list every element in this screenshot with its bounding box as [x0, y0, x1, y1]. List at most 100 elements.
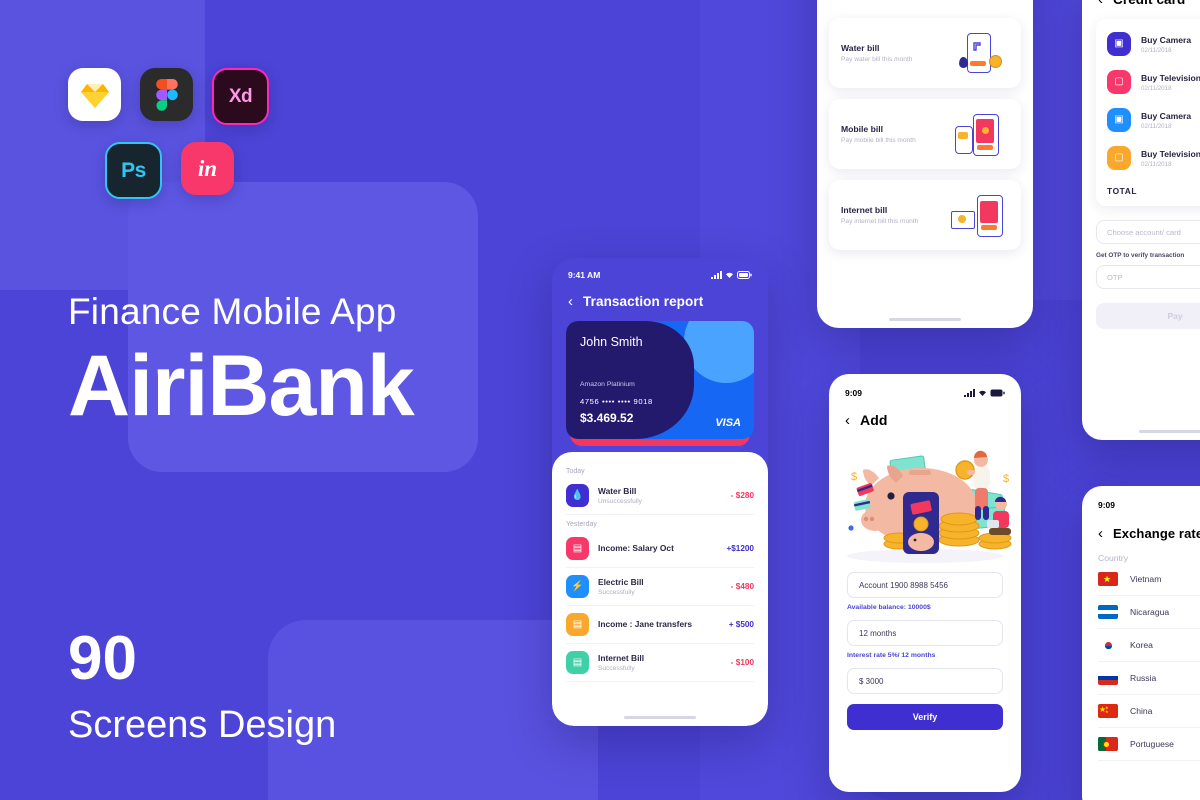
korea-flag	[1098, 638, 1118, 652]
row-amount: - $280	[730, 491, 754, 500]
figma-icon	[140, 68, 193, 121]
row-texts: Water Bill Unsuccessfully	[598, 486, 731, 505]
list-item[interactable]: Portuguese	[1098, 728, 1200, 761]
home-indicator	[1139, 430, 1200, 433]
add-title: Add	[860, 412, 888, 428]
transaction-title: Transaction report	[583, 294, 704, 309]
list-item-label: Buy Television	[1141, 148, 1200, 159]
list-item[interactable]: ▢ Buy Television 02/11/2018	[1107, 63, 1200, 101]
list-item[interactable]: Nicaragua	[1098, 596, 1200, 629]
list-item-date: 02/11/2018	[1141, 122, 1172, 130]
credit-card-title: Credit card	[1113, 0, 1185, 7]
briefcase-icon: ▤	[566, 537, 589, 560]
table-row[interactable]: 💧 Water Bill Unsuccessfully - $280	[566, 477, 754, 515]
row-status: Successfully	[598, 588, 635, 596]
bill-texts: Internet bill Pay internet bill this mon…	[841, 205, 949, 225]
transaction-list-sheet: Today 💧 Water Bill Unsuccessfully - $280…	[552, 452, 768, 726]
list-item-date: 02/11/2018	[1141, 46, 1172, 54]
wifi-icon	[979, 390, 986, 396]
list-item[interactable]: Russia	[1098, 662, 1200, 695]
bill-texts: Water bill Pay water bill this month	[841, 43, 949, 63]
bill-card-water[interactable]: Water bill Pay water bill this month	[829, 18, 1021, 88]
status-bar: 9:09	[1082, 486, 1200, 516]
bill-title: Internet bill	[841, 205, 888, 215]
group-label-today: Today	[566, 468, 585, 475]
tv-icon: ▢	[1107, 146, 1131, 170]
home-indicator	[889, 318, 961, 321]
list-item-date: 02/11/2018	[1141, 160, 1172, 168]
country-name: Portuguese	[1130, 739, 1174, 749]
battery-icon	[737, 271, 752, 279]
adobe-xd-icon: Xd	[212, 68, 269, 125]
bill-subtitle: Pay internet bill this month	[841, 218, 919, 225]
add-nav: ‹ Add	[829, 412, 1021, 428]
table-row[interactable]: ⚡ Electric Bill Successfully - $480	[566, 568, 754, 606]
choose-account-field[interactable]: Choose account/ card	[1096, 220, 1200, 244]
internet-bill-illustration	[949, 193, 1009, 237]
sketch-glyph	[80, 83, 109, 108]
visa-logo: VISA	[715, 417, 741, 429]
card-balance: $3.469.52	[580, 411, 634, 425]
russia-flag	[1098, 671, 1118, 685]
list-item-texts: Buy Television 02/11/2018	[1141, 149, 1200, 168]
screens-count-block: 90 Screens Design	[68, 628, 336, 745]
camera-icon: ▣	[1107, 32, 1131, 56]
list-item[interactable]: ▣ Buy Camera 02/11/2018	[1107, 25, 1200, 63]
table-row[interactable]: ▤ Income : Jane transfers + $500	[566, 606, 754, 644]
svg-text:$: $	[1003, 473, 1009, 485]
status-bar: 9:41 AM	[552, 258, 768, 286]
row-texts: Income : Jane transfers	[598, 619, 729, 630]
term-field[interactable]: 12 months	[847, 620, 1003, 646]
bank-card[interactable]: John Smith Amazon Platinium 4756 •••• ••…	[566, 321, 754, 439]
card-number: 4756 •••• •••• 9018	[580, 397, 653, 406]
list-item[interactable]: ▢ Buy Television 02/11/2018	[1107, 139, 1200, 177]
status-time: 9:09	[845, 388, 863, 398]
row-title: Electric Bill	[598, 577, 644, 588]
nicaragua-flag	[1098, 605, 1118, 619]
invision-icon: in	[181, 142, 234, 195]
bill-card-mobile[interactable]: Mobile bill Pay mobile bill this month	[829, 99, 1021, 169]
chevron-left-icon[interactable]: ‹	[1098, 526, 1103, 541]
tool-row-bottom: Ps in	[105, 142, 269, 199]
country-name: China	[1130, 706, 1153, 716]
portugal-flag	[1098, 737, 1118, 751]
phone-transaction-report-screen: 9:41 AM ‹ Transaction report John Smith …	[552, 258, 768, 726]
list-item-texts: Buy Camera 02/11/2018	[1141, 35, 1191, 54]
otp-field[interactable]: OTP	[1096, 265, 1200, 289]
bill-card-internet[interactable]: Internet bill Pay internet bill this mon…	[829, 180, 1021, 250]
status-bar: 9:09	[829, 374, 1021, 404]
account-field[interactable]: Account 1900 8988 5456	[847, 572, 1003, 598]
cellular-signal-icon	[964, 389, 975, 397]
verify-button[interactable]: Verify	[847, 704, 1003, 730]
list-item[interactable]: ★ Vietnam	[1098, 563, 1200, 596]
chevron-left-icon[interactable]: ‹	[845, 413, 850, 428]
row-texts: Internet Bill Successfully	[598, 653, 731, 672]
row-texts: Electric Bill Successfully	[598, 577, 731, 596]
pay-button[interactable]: Pay	[1096, 303, 1200, 329]
poster-canvas: Xd Ps in Finance Mobile App AiriBank 90 …	[0, 0, 1200, 800]
interest-rate-hint: Interest rate 5%/ 12 months	[847, 652, 936, 659]
table-row[interactable]: ▤ Income: Salary Oct +$1200	[566, 530, 754, 568]
list-item[interactable]: ▣ Buy Camera 02/11/2018	[1107, 101, 1200, 139]
card-holder-name: John Smith	[580, 335, 643, 349]
photoshop-label: Ps	[121, 158, 146, 182]
table-row[interactable]: ▤ Internet Bill Successfully - $100	[566, 644, 754, 682]
chevron-left-icon[interactable]: ‹	[1098, 0, 1103, 7]
list-item[interactable]: ★ ★ ★ China	[1098, 695, 1200, 728]
phone-add-screen: 9:09 ‹ Add $ $ Account 1900 8988 5456 Av…	[829, 374, 1021, 792]
list-item[interactable]: Korea	[1098, 629, 1200, 662]
row-status: Unsuccessfully	[598, 497, 642, 505]
status-icons	[711, 271, 752, 279]
chevron-left-icon[interactable]: ‹	[568, 294, 573, 309]
status-time: 9:41 AM	[568, 270, 601, 280]
phone-bills-screen: Water bill Pay water bill this month Mob…	[817, 0, 1033, 328]
note-icon: ▤	[566, 613, 589, 636]
country-column-header: Country	[1098, 553, 1129, 563]
amount-field[interactable]: $ 3000	[847, 668, 1003, 694]
tv-icon: ▢	[1107, 70, 1131, 94]
list-item-label: Buy Camera	[1141, 110, 1192, 121]
hero-subtitle: Finance Mobile App	[68, 291, 397, 332]
water-bill-illustration	[949, 31, 1009, 75]
camera-icon: ▣	[1107, 108, 1131, 132]
card-decor-circle	[684, 321, 754, 383]
